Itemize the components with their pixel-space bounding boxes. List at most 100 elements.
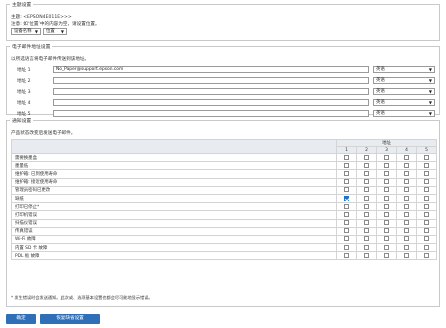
notify-checkbox-address-1[interactable]: [344, 154, 349, 160]
checkbox-cell: [356, 234, 377, 245]
address-5-input[interactable]: [53, 110, 369, 117]
notify-checkbox-address-5[interactable]: [424, 195, 429, 201]
notify-checkbox-address-4[interactable]: [404, 211, 409, 217]
notify-checkbox-address-2[interactable]: [364, 252, 369, 258]
checkbox-cell: [376, 177, 397, 187]
address-4-language-select[interactable]: 英语 ▼: [373, 99, 435, 106]
notify-checkbox-address-2[interactable]: [364, 228, 369, 234]
subject-field-select[interactable]: 设备名称 ▼: [11, 28, 41, 35]
notify-checkbox-address-4[interactable]: [404, 228, 409, 234]
notify-checkbox-address-4[interactable]: [404, 170, 409, 176]
notify-checkbox-address-4[interactable]: [404, 244, 409, 250]
notify-checkbox-address-5[interactable]: [424, 252, 429, 258]
notification-event-label: Wi-Fi 故障: [11, 234, 337, 245]
notify-checkbox-address-1[interactable]: [344, 170, 349, 176]
notify-checkbox-address-5[interactable]: [424, 244, 429, 250]
ok-button[interactable]: 确定: [6, 314, 36, 324]
notify-checkbox-address-3[interactable]: [384, 170, 389, 176]
notify-checkbox-address-3[interactable]: [384, 154, 389, 160]
notify-checkbox-address-3[interactable]: [384, 203, 389, 209]
address-2-language-select[interactable]: 英语 ▼: [373, 77, 435, 84]
notify-checkbox-address-5[interactable]: [424, 170, 429, 176]
notify-checkbox-address-5[interactable]: [424, 203, 429, 209]
notify-checkbox-address-3[interactable]: [384, 179, 389, 185]
notify-checkbox-address-3[interactable]: [384, 187, 389, 193]
notify-checkbox-address-4[interactable]: [404, 154, 409, 160]
address-4-input[interactable]: [53, 99, 369, 106]
notify-checkbox-address-5[interactable]: [424, 179, 429, 185]
notify-checkbox-address-2[interactable]: [364, 170, 369, 176]
notify-checkbox-address-2[interactable]: [364, 211, 369, 217]
notify-checkbox-address-1[interactable]: [344, 203, 349, 209]
notify-checkbox-address-4[interactable]: [404, 220, 409, 226]
checkbox-cell: [416, 251, 437, 261]
address-2-input[interactable]: [53, 77, 369, 84]
notify-checkbox-address-2[interactable]: [364, 187, 369, 193]
notify-checkbox-address-5[interactable]: [424, 220, 429, 226]
notify-checkbox-address-1[interactable]: [344, 220, 349, 226]
checkbox-cell: [416, 226, 437, 236]
notify-checkbox-address-2[interactable]: [364, 162, 369, 168]
notify-checkbox-address-2[interactable]: [364, 203, 369, 209]
checkbox-cell: [396, 193, 417, 204]
notify-checkbox-address-1[interactable]: [344, 162, 349, 168]
checkbox-cell: [396, 185, 417, 195]
notify-checkbox-address-1[interactable]: [344, 187, 349, 193]
notify-checkbox-address-3[interactable]: [384, 252, 389, 258]
notify-checkbox-address-2[interactable]: [364, 236, 369, 242]
subject-location-select[interactable]: 位置 ▼: [43, 28, 67, 35]
checkbox-cell: [356, 251, 377, 261]
notify-checkbox-address-1[interactable]: [344, 211, 349, 217]
table-row: 缺纸: [11, 193, 437, 204]
address-label: 地址 4: [17, 101, 31, 106]
notify-checkbox-address-3[interactable]: [384, 162, 389, 168]
subject-settings-legend: 主题设置: [12, 3, 32, 8]
notify-checkbox-address-4[interactable]: [404, 187, 409, 193]
notify-checkbox-address-1[interactable]: [344, 195, 349, 201]
notify-checkbox-address-3[interactable]: [384, 236, 389, 242]
address-3-input[interactable]: [53, 88, 369, 95]
notify-checkbox-address-2[interactable]: [364, 154, 369, 160]
notify-checkbox-address-5[interactable]: [424, 187, 429, 193]
address-1-input[interactable]: No_Paper@support.epson.com: [53, 66, 369, 73]
notify-checkbox-address-3[interactable]: [384, 228, 389, 234]
notify-checkbox-address-3[interactable]: [384, 244, 389, 250]
notify-checkbox-address-5[interactable]: [424, 211, 429, 217]
notify-checkbox-address-1[interactable]: [344, 236, 349, 242]
address-1-language-select[interactable]: 英语 ▼: [373, 66, 435, 73]
notification-event-label: 维护箱: 接近使用寿命: [11, 177, 337, 187]
notify-checkbox-address-5[interactable]: [424, 228, 429, 234]
notify-checkbox-address-5[interactable]: [424, 236, 429, 242]
notify-checkbox-address-3[interactable]: [384, 211, 389, 217]
address-label: 地址 1: [17, 68, 31, 73]
notify-checkbox-address-1[interactable]: [344, 244, 349, 250]
notification-table: 地址 1 2 3 4 5 需要换墨盒 墨量低 维护箱: 已到使用寿命 维护箱: 接近使…: [11, 139, 437, 261]
notify-checkbox-address-4[interactable]: [404, 162, 409, 168]
notification-settings-legend: 通知设置: [12, 119, 32, 124]
notify-checkbox-address-5[interactable]: [424, 162, 429, 168]
notify-checkbox-address-4[interactable]: [404, 252, 409, 258]
notify-checkbox-address-4[interactable]: [404, 203, 409, 209]
notify-checkbox-address-1[interactable]: [344, 252, 349, 258]
notify-checkbox-address-4[interactable]: [404, 236, 409, 242]
notify-checkbox-address-2[interactable]: [364, 220, 369, 226]
notification-event-label: 打印机错误: [11, 210, 337, 220]
notification-event-label: 扫描仪错误: [11, 218, 337, 228]
checkbox-cell: [356, 218, 377, 228]
notify-checkbox-address-2[interactable]: [364, 244, 369, 250]
notify-checkbox-address-3[interactable]: [384, 220, 389, 226]
address-3-language-select[interactable]: 英语 ▼: [373, 88, 435, 95]
address-5-language-select[interactable]: 英语 ▼: [373, 110, 435, 117]
notify-checkbox-address-4[interactable]: [404, 195, 409, 201]
notify-checkbox-address-2[interactable]: [364, 179, 369, 185]
notify-checkbox-address-5[interactable]: [424, 154, 429, 160]
notification-event-label: 内置 SD 卡 故障: [11, 243, 337, 253]
notify-checkbox-address-4[interactable]: [404, 179, 409, 185]
notify-checkbox-address-3[interactable]: [384, 195, 389, 201]
notify-checkbox-address-2[interactable]: [364, 195, 369, 201]
checkbox-cell: [416, 152, 437, 163]
notify-checkbox-address-1[interactable]: [344, 179, 349, 185]
notify-checkbox-address-1[interactable]: [344, 228, 349, 234]
notification-event-label: 打印已停止*: [11, 202, 337, 212]
restore-defaults-button[interactable]: 恢复缺省设置: [40, 314, 100, 324]
